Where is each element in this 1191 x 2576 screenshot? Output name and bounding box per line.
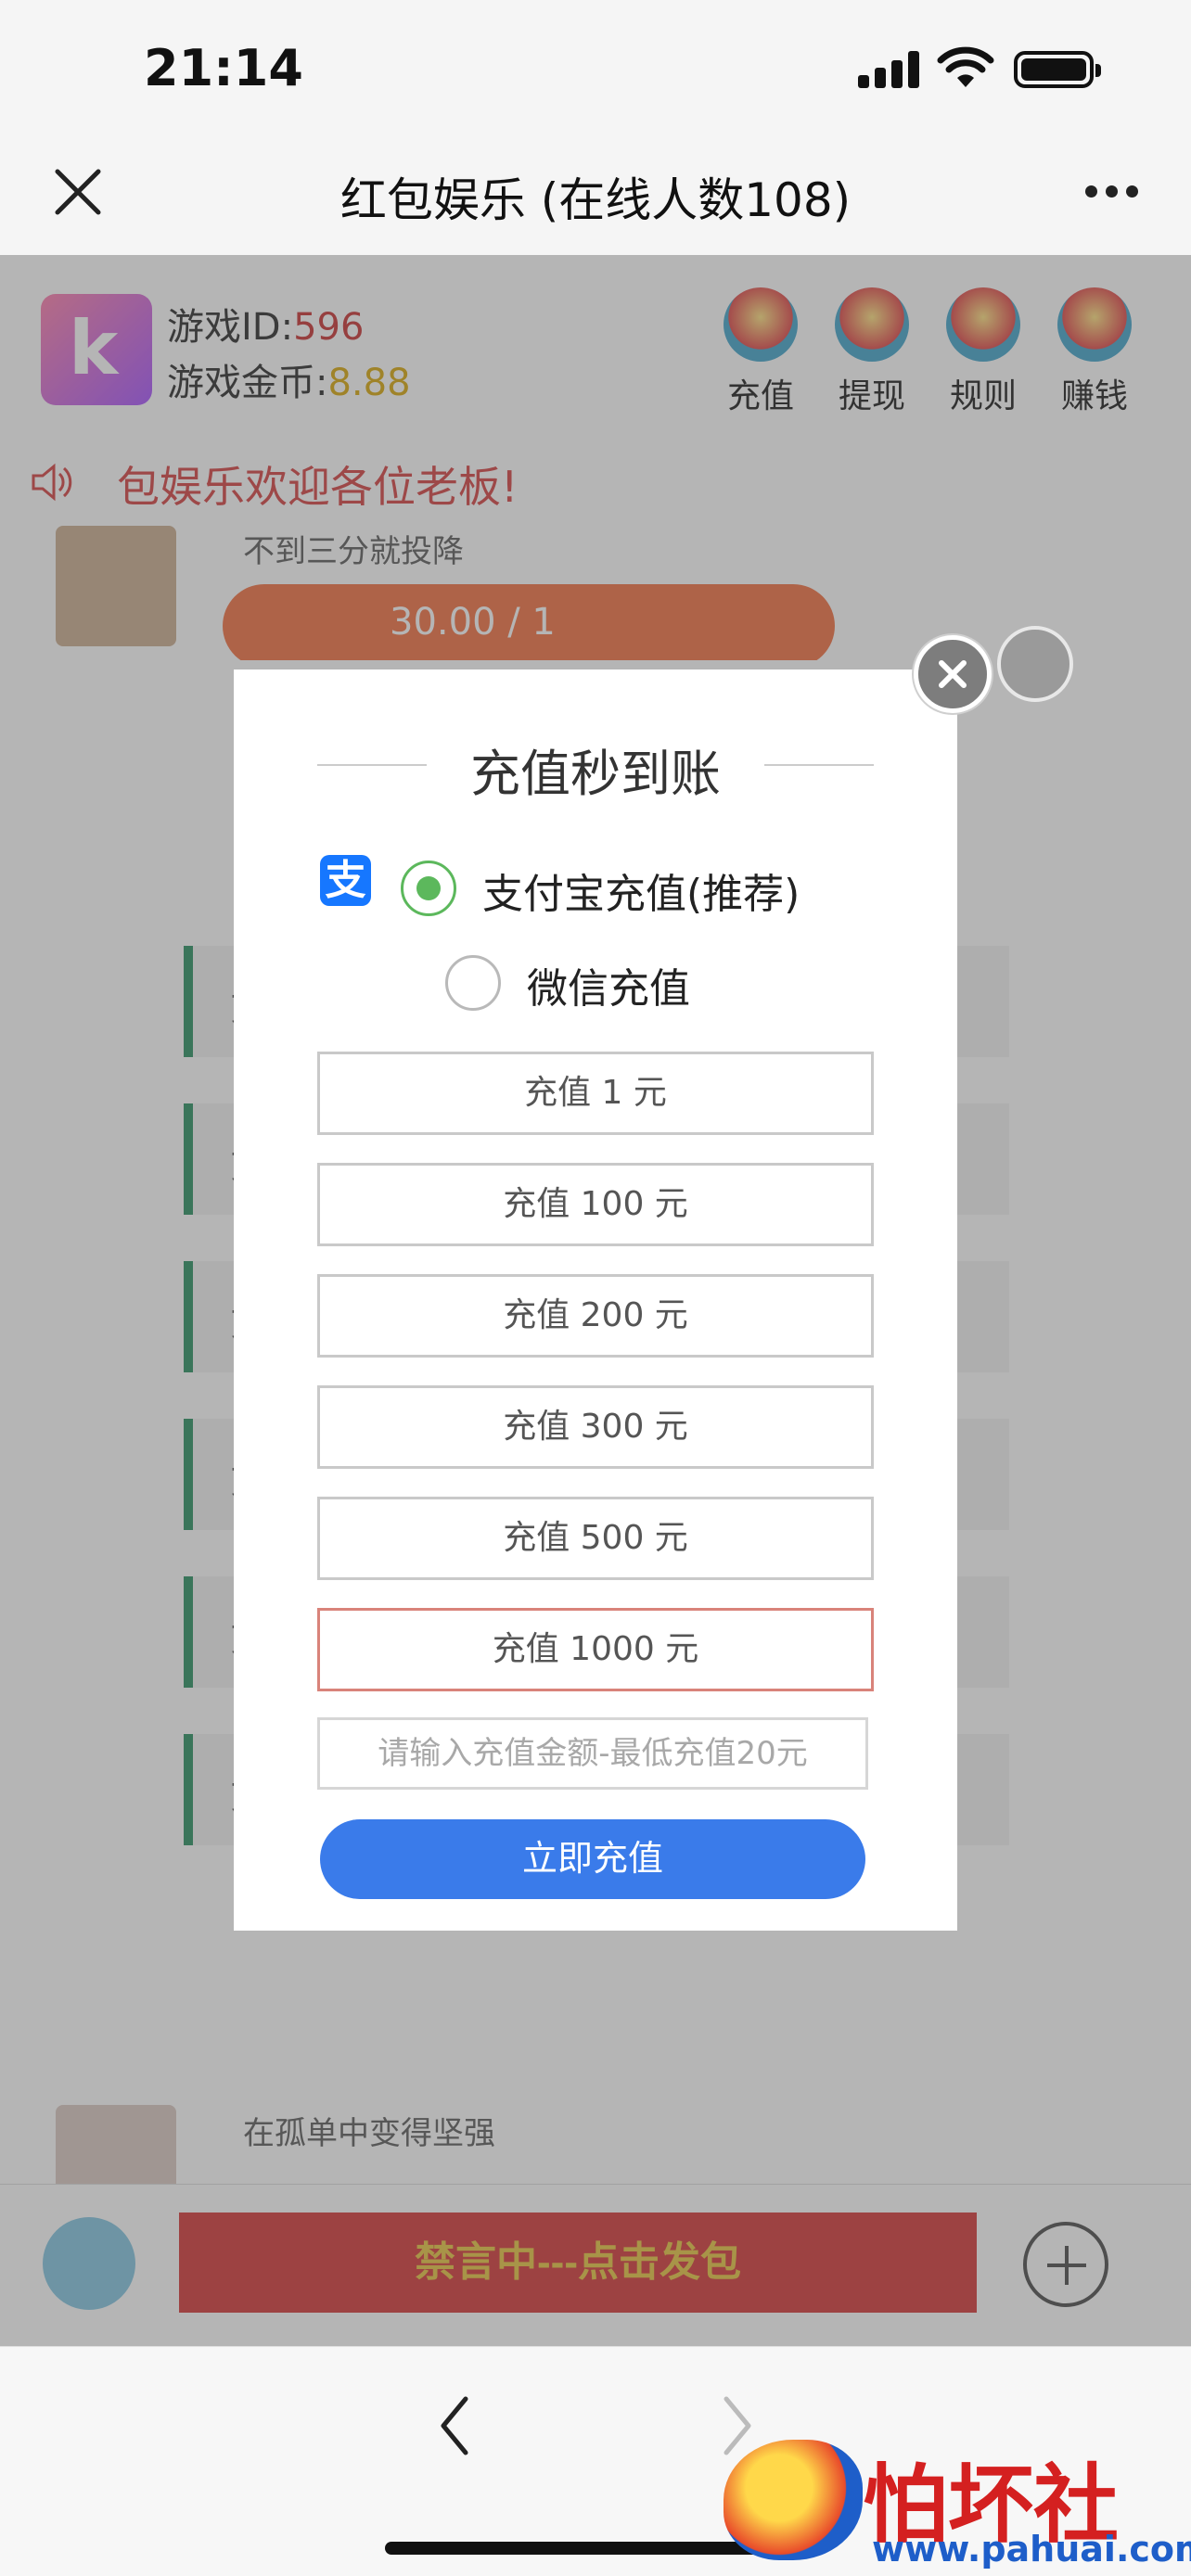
browser-toolbar: 怕坏社区 www.pahuai.com bbox=[0, 2346, 1191, 2576]
watermark: 怕坏社区 www.pahuai.com bbox=[724, 2440, 1191, 2570]
modal-title: 充值秒到账 bbox=[470, 745, 721, 803]
submit-recharge-button[interactable]: 立即充值 bbox=[320, 1819, 865, 1899]
close-icon bbox=[939, 660, 967, 688]
amount-button-1[interactable]: 充值 1 元 bbox=[317, 1052, 874, 1135]
amount-button-100[interactable]: 充值 100 元 bbox=[317, 1163, 874, 1246]
alipay-label[interactable]: 支付宝充值(推荐) bbox=[482, 861, 800, 920]
more-icon[interactable] bbox=[1085, 185, 1141, 200]
amount-button-200[interactable]: 充值 200 元 bbox=[317, 1274, 874, 1358]
wechat-label[interactable]: 微信充值 bbox=[527, 955, 690, 1014]
back-icon[interactable] bbox=[436, 2393, 473, 2458]
background-close-icon[interactable] bbox=[997, 626, 1073, 702]
amount-button-1000[interactable]: 充值 1000 元 bbox=[317, 1608, 874, 1691]
fish-logo-icon bbox=[724, 2440, 863, 2560]
cellular-signal-icon bbox=[858, 51, 921, 88]
battery-icon bbox=[1014, 51, 1101, 88]
modal-close-button[interactable] bbox=[914, 635, 992, 713]
status-bar: 21:14 bbox=[0, 0, 1191, 139]
status-time: 21:14 bbox=[144, 39, 303, 97]
title-divider bbox=[764, 764, 874, 766]
watermark-url: www.pahuai.com bbox=[872, 2529, 1191, 2570]
wifi-icon bbox=[937, 46, 994, 87]
alipay-icon: 支 bbox=[320, 855, 371, 906]
amount-button-500[interactable]: 充值 500 元 bbox=[317, 1497, 874, 1580]
page-title: 红包娱乐 (在线人数108) bbox=[339, 173, 852, 227]
custom-amount-input[interactable] bbox=[317, 1717, 868, 1790]
nav-bar: 红包娱乐 (在线人数108) bbox=[0, 139, 1191, 255]
wechat-radio[interactable] bbox=[445, 955, 501, 1011]
amount-button-300[interactable]: 充值 300 元 bbox=[317, 1385, 874, 1469]
recharge-modal: 充值秒到账 支 支付宝充值(推荐) 微信充值 充值 1 元 充值 100 元 充… bbox=[234, 670, 957, 1931]
alipay-radio[interactable] bbox=[401, 861, 456, 916]
